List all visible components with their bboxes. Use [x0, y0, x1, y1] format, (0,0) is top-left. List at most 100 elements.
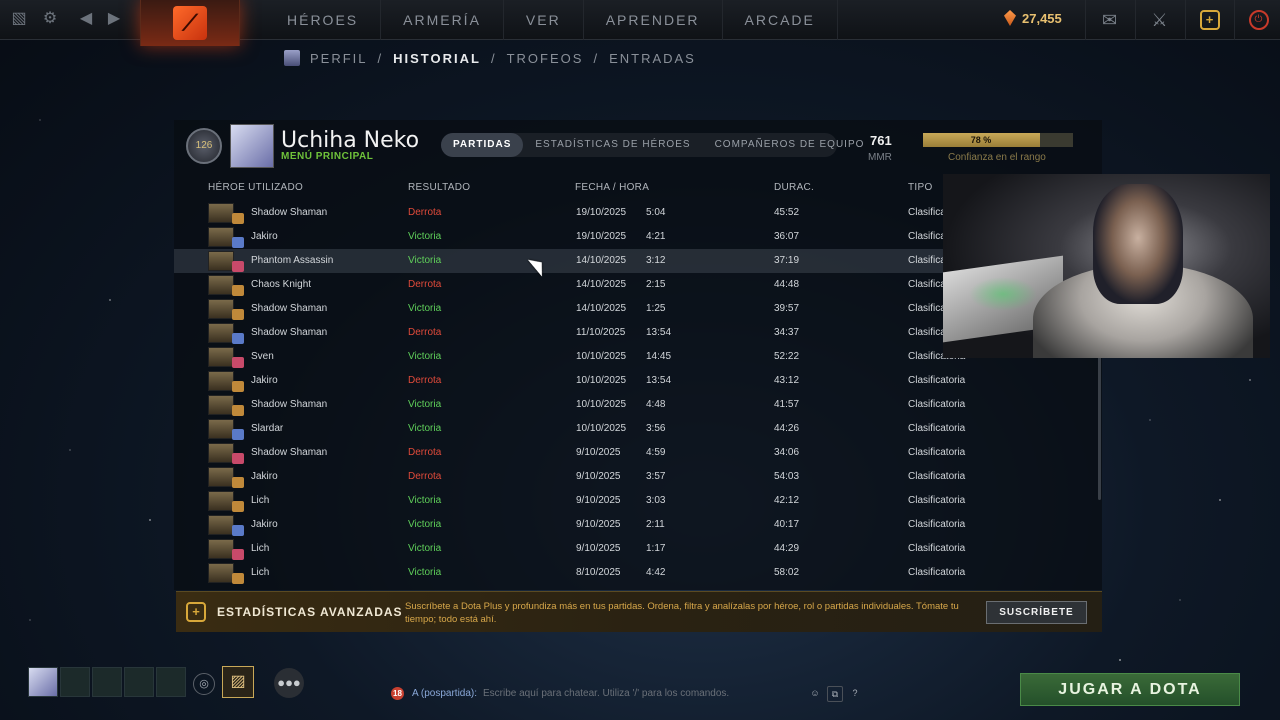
nav-armory[interactable]: ARMERÍA: [381, 0, 504, 40]
match-time: 5:04: [646, 207, 666, 218]
chat-unread-badge: 18: [391, 687, 404, 700]
subscribe-button[interactable]: SUSCRÍBETE: [986, 601, 1087, 624]
role-tag-icon: [232, 261, 244, 272]
hero-name: Slardar: [251, 423, 284, 434]
main-nav: HÉROES ARMERÍA VER APRENDER ARCADE: [265, 0, 838, 40]
party-slot-self[interactable]: [28, 667, 58, 697]
role-tag-icon: [232, 237, 244, 248]
tab-hero-stats[interactable]: ESTADÍSTICAS DE HÉROES: [523, 133, 702, 157]
hero-name: Lich: [251, 567, 270, 578]
match-type: Clasificatoria: [908, 567, 966, 578]
role-tag-icon: [232, 285, 244, 296]
match-duration: 37:19: [774, 255, 800, 266]
hero-portrait: [208, 275, 234, 295]
nav-watch[interactable]: VER: [504, 0, 584, 40]
role-tag-icon: [232, 309, 244, 320]
dashboard-icon[interactable]: ▧: [8, 8, 30, 30]
match-time: 2:15: [646, 279, 666, 290]
hero-portrait: [208, 467, 234, 487]
breadcrumb-history[interactable]: HISTORIAL: [393, 51, 481, 66]
col-hero[interactable]: HÉROE UTILIZADO: [208, 182, 303, 193]
chat-input[interactable]: Escribe aquí para chatear. Utiliza '/' p…: [483, 684, 729, 704]
match-row[interactable]: Jakiro Derrota 10/10/2025 13:54 43:12 Clasifi…: [174, 369, 1102, 393]
match-time: 1:17: [646, 543, 666, 554]
hero-name: Jakiro: [251, 231, 278, 242]
match-row[interactable]: Lich Victoria 8/10/2025 4:42 58:02 Clasificat…: [174, 561, 1102, 585]
role-tag-icon: [232, 213, 244, 224]
match-result: Victoria: [408, 519, 442, 530]
settings-gear-icon[interactable]: ⚙: [39, 8, 61, 30]
nav-learn[interactable]: APRENDER: [584, 0, 723, 40]
nav-heroes[interactable]: HÉROES: [265, 0, 382, 40]
match-date: 9/10/2025: [576, 495, 621, 506]
dota-plus-banner: + ESTADÍSTICAS AVANZADAS Suscríbete a Do…: [176, 591, 1102, 632]
hero-name: Phantom Assassin: [251, 255, 334, 266]
col-datetime[interactable]: FECHA / HORA: [575, 182, 649, 193]
hero-portrait: [208, 443, 234, 463]
match-duration: 44:29: [774, 543, 800, 554]
mail-button[interactable]: ✉: [1085, 0, 1133, 40]
dota-logo-button[interactable]: ⟋: [140, 0, 240, 46]
col-type[interactable]: TIPO: [908, 182, 933, 193]
match-row[interactable]: Lich Victoria 9/10/2025 1:17 44:29 Clasificat…: [174, 537, 1102, 561]
col-duration[interactable]: DURAC.: [774, 182, 814, 193]
party-slot-empty[interactable]: [60, 667, 90, 697]
match-type: Clasificatoria: [908, 375, 966, 386]
match-type: Clasificatoria: [908, 447, 966, 458]
match-result: Victoria: [408, 303, 442, 314]
breadcrumb-separator: /: [490, 50, 497, 66]
armory-swords-button[interactable]: ⚔: [1135, 0, 1183, 40]
match-time: 13:54: [646, 327, 672, 338]
quit-button[interactable]: ⏻: [1234, 0, 1280, 40]
match-row[interactable]: Jakiro Derrota 9/10/2025 3:57 54:03 Clasifica…: [174, 465, 1102, 489]
tab-matches[interactable]: PARTIDAS: [441, 133, 524, 157]
shards-currency[interactable]: 27,455: [1004, 10, 1062, 26]
profile-avatar[interactable]: [230, 124, 274, 168]
profile-status: MENÚ PRINCIPAL: [281, 151, 374, 162]
tab-teammates[interactable]: COMPAÑEROS DE EQUIPO: [703, 133, 877, 157]
breadcrumb-trophies[interactable]: TROFEOS: [507, 51, 584, 66]
match-time: 4:48: [646, 399, 666, 410]
dota-plus-button[interactable]: +: [1185, 0, 1233, 40]
match-time: 4:42: [646, 567, 666, 578]
nav-arcade[interactable]: ARCADE: [723, 0, 838, 40]
chat-channel[interactable]: A (pospartida):: [412, 684, 477, 704]
breadcrumb-entries[interactable]: ENTRADAS: [609, 51, 696, 66]
match-result: Victoria: [408, 423, 442, 434]
match-row[interactable]: Lich Victoria 9/10/2025 3:03 42:12 Clasificat…: [174, 489, 1102, 513]
play-dota-button[interactable]: JUGAR A DOTA: [1020, 673, 1240, 706]
chat-popout-icon[interactable]: ⧉: [827, 686, 843, 702]
match-date: 10/10/2025: [576, 423, 627, 434]
match-row[interactable]: Slardar Victoria 10/10/2025 3:56 44:26 Clasif…: [174, 417, 1102, 441]
match-row[interactable]: Shadow Shaman Derrota 9/10/2025 4:59 34:06 Cl…: [174, 441, 1102, 465]
match-type: Clasificatoria: [908, 423, 966, 434]
friends-button[interactable]: ●●●: [274, 668, 304, 698]
webcam-person-head: [1093, 184, 1183, 304]
chat-bar[interactable]: 18 A (pospartida): Escribe aquí para cha…: [389, 684, 869, 704]
role-tag-icon: [232, 429, 244, 440]
hero-portrait: [208, 227, 234, 247]
col-result[interactable]: RESULTADO: [408, 182, 470, 193]
hero-name: Chaos Knight: [251, 279, 312, 290]
forward-arrow-icon[interactable]: ▶: [103, 8, 125, 30]
emoji-icon[interactable]: ☺: [807, 686, 823, 702]
party-slot-empty[interactable]: [156, 667, 186, 697]
match-duration: 34:06: [774, 447, 800, 458]
dota-logo-icon: ⟋: [173, 6, 207, 40]
role-tag-icon: [232, 501, 244, 512]
match-time: 2:11: [646, 519, 665, 530]
battle-pass-button[interactable]: ▨: [222, 666, 254, 698]
back-arrow-icon[interactable]: ◀: [75, 8, 97, 30]
help-icon[interactable]: ?: [847, 686, 863, 702]
party-slot-empty[interactable]: [92, 667, 122, 697]
breadcrumb-profile[interactable]: PERFIL: [310, 51, 368, 66]
party-slot-empty[interactable]: [124, 667, 154, 697]
voice-headset-button[interactable]: ◎: [193, 673, 215, 695]
match-row[interactable]: Shadow Shaman Victoria 10/10/2025 4:48 41:57…: [174, 393, 1102, 417]
history-tabs: PARTIDAS ESTADÍSTICAS DE HÉROES COMPAÑER…: [441, 133, 863, 157]
match-row[interactable]: Jakiro Victoria 9/10/2025 2:11 40:17 Clasific…: [174, 513, 1102, 537]
friends-group-icon: ●●●: [277, 675, 301, 690]
currency-amount: 27,455: [1022, 10, 1062, 26]
hero-portrait: [208, 347, 234, 367]
match-duration: 43:12: [774, 375, 800, 386]
